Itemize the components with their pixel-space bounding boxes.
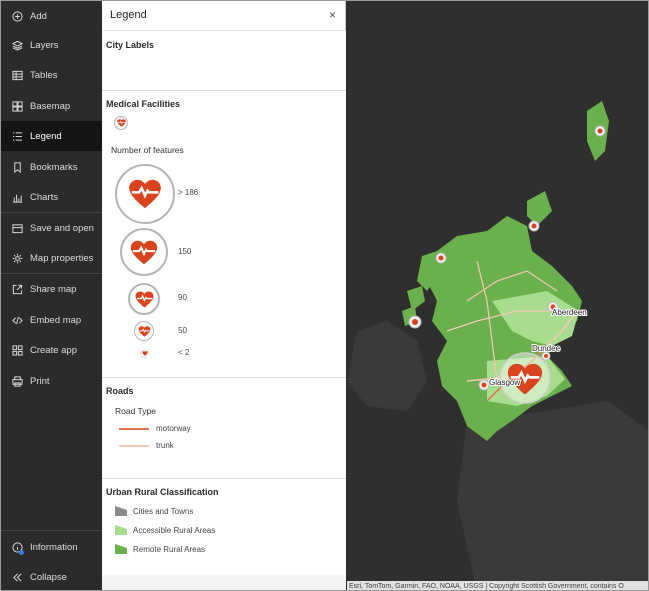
double-chevron-left-icon: [12, 572, 23, 583]
sidebar-item-print[interactable]: Print: [1, 366, 102, 396]
city-label-dundee: Dundee: [532, 344, 561, 353]
accessible-rural-swatch: [115, 525, 127, 535]
sidebar-item-label: Map properties: [30, 252, 94, 264]
trunk-swatch: [119, 445, 149, 447]
medical-facility-symbol: [114, 116, 128, 130]
road-class-label: trunk: [156, 441, 174, 450]
information-button[interactable]: Information: [1, 532, 102, 562]
section-title-city-labels: City Labels: [106, 40, 155, 50]
heart-icon: [130, 240, 158, 264]
urban-class-label: Remote Rural Areas: [133, 545, 206, 554]
sidebar-divider: [1, 530, 102, 531]
legend-panel-footer: [102, 575, 346, 590]
sidebar-item-basemap[interactable]: Basemap: [1, 91, 102, 121]
sidebar-item-share-map[interactable]: Share map: [1, 274, 102, 304]
add-icon: [12, 10, 23, 22]
sidebar-item-legend[interactable]: Legend: [1, 121, 102, 151]
legend-icon: [12, 131, 23, 142]
sidebar-item-label: Tables: [30, 69, 58, 81]
sidebar-item-embed-map[interactable]: Embed map: [1, 305, 102, 335]
city-label-glasgow: Glasgow: [489, 378, 520, 387]
collapse-button[interactable]: Collapse: [1, 562, 102, 590]
medical-subtitle: Number of features: [111, 145, 184, 155]
sidebar-item-tables[interactable]: Tables: [1, 60, 102, 90]
sidebar-item-label: Save and open: [30, 222, 94, 234]
medical-class-label: 90: [178, 293, 187, 302]
code-icon: [12, 315, 23, 326]
app-frame: Add Layers Tables Basemap Legend Bookmar…: [0, 0, 649, 591]
bookmark-icon: [12, 161, 23, 173]
sidebar-item-layers[interactable]: Layers: [1, 30, 102, 60]
sidebar-item-label: Charts: [30, 191, 58, 203]
sidebar-item-map-properties[interactable]: Map properties: [1, 243, 102, 273]
roads-subtitle: Road Type: [115, 406, 156, 416]
sidebar-item-add[interactable]: Add: [1, 1, 102, 31]
remote-rural-swatch: [115, 544, 127, 554]
sidebar-item-label: Add: [30, 10, 47, 22]
medical-class-symbol: [128, 283, 160, 315]
information-label: Information: [30, 541, 78, 553]
sidebar: Add Layers Tables Basemap Legend Bookmar…: [1, 1, 102, 590]
sidebar-item-charts[interactable]: Charts: [1, 182, 102, 212]
sidebar-item-label: Layers: [30, 39, 59, 51]
section-title-medical-facilities: Medical Facilities: [106, 99, 181, 109]
heart-icon: [138, 325, 150, 337]
legend-panel: Legend × City Labels Medical Facilities …: [102, 1, 346, 590]
print-icon: [12, 375, 23, 387]
close-button[interactable]: ×: [329, 8, 336, 22]
save-icon: [12, 223, 23, 234]
collapse-label: Collapse: [30, 571, 67, 583]
city-label-aberdeen: Aberdeen: [552, 308, 587, 317]
sidebar-item-label: Bookmarks: [30, 161, 78, 173]
sidebar-item-label: Print: [30, 375, 50, 387]
medical-class-symbol: [140, 349, 149, 358]
table-icon: [12, 70, 23, 81]
cities-swatch: [115, 506, 127, 516]
sidebar-item-save-and-open[interactable]: Save and open: [1, 213, 102, 243]
chart-icon: [12, 192, 23, 203]
map-attribution: Esri, TomTom, Garmin, FAO, NOAA, USGS | …: [347, 581, 648, 590]
medical-class-symbol: [115, 164, 175, 224]
legend-panel-title: Legend: [110, 9, 147, 21]
sidebar-item-create-app[interactable]: Create app: [1, 335, 102, 365]
medical-class-label: 50: [178, 326, 187, 335]
urban-class-label: Cities and Towns: [133, 507, 194, 516]
medical-class-label: > 186: [178, 188, 199, 197]
sidebar-item-bookmarks[interactable]: Bookmarks: [1, 152, 102, 182]
heart-icon: [129, 179, 161, 209]
section-title-urban-rural: Urban Rural Classification: [106, 487, 219, 497]
map-view[interactable]: Aberdeen Dundee Glasgow Esri, TomTom, Ga…: [347, 1, 648, 590]
sidebar-item-label: Share map: [30, 283, 77, 295]
notification-dot: [19, 549, 24, 555]
medical-class-label: 150: [178, 247, 192, 256]
motorway-swatch: [119, 428, 149, 430]
layers-icon: [12, 40, 23, 51]
section-divider: [102, 90, 346, 91]
heart-icon: [116, 119, 126, 127]
medical-class-label: < 2: [178, 348, 190, 357]
urban-class-label: Accessible Rural Areas: [133, 526, 216, 535]
sidebar-item-label: Legend: [30, 130, 62, 142]
medical-class-symbol: [134, 321, 154, 341]
legend-panel-body: City Labels Medical Facilities Number of…: [102, 31, 346, 590]
sidebar-item-label: Basemap: [30, 100, 71, 112]
road-class-label: motorway: [156, 424, 191, 433]
info-icon: [12, 541, 24, 555]
heart-icon: [135, 290, 153, 308]
sidebar-item-label: Embed map: [30, 314, 82, 326]
share-icon: [12, 284, 23, 295]
map-canvas: Aberdeen Dundee Glasgow: [347, 101, 648, 590]
apps-icon: [12, 344, 23, 356]
sidebar-item-label: Create app: [30, 344, 78, 356]
section-title-roads: Roads: [106, 386, 134, 396]
gear-icon: [12, 253, 23, 264]
heart-icon: [141, 351, 148, 356]
medical-class-symbol: [120, 228, 168, 276]
legend-panel-header: Legend ×: [102, 1, 346, 31]
section-divider: [102, 377, 346, 378]
basemap-icon: [12, 100, 23, 112]
section-divider: [102, 478, 346, 479]
